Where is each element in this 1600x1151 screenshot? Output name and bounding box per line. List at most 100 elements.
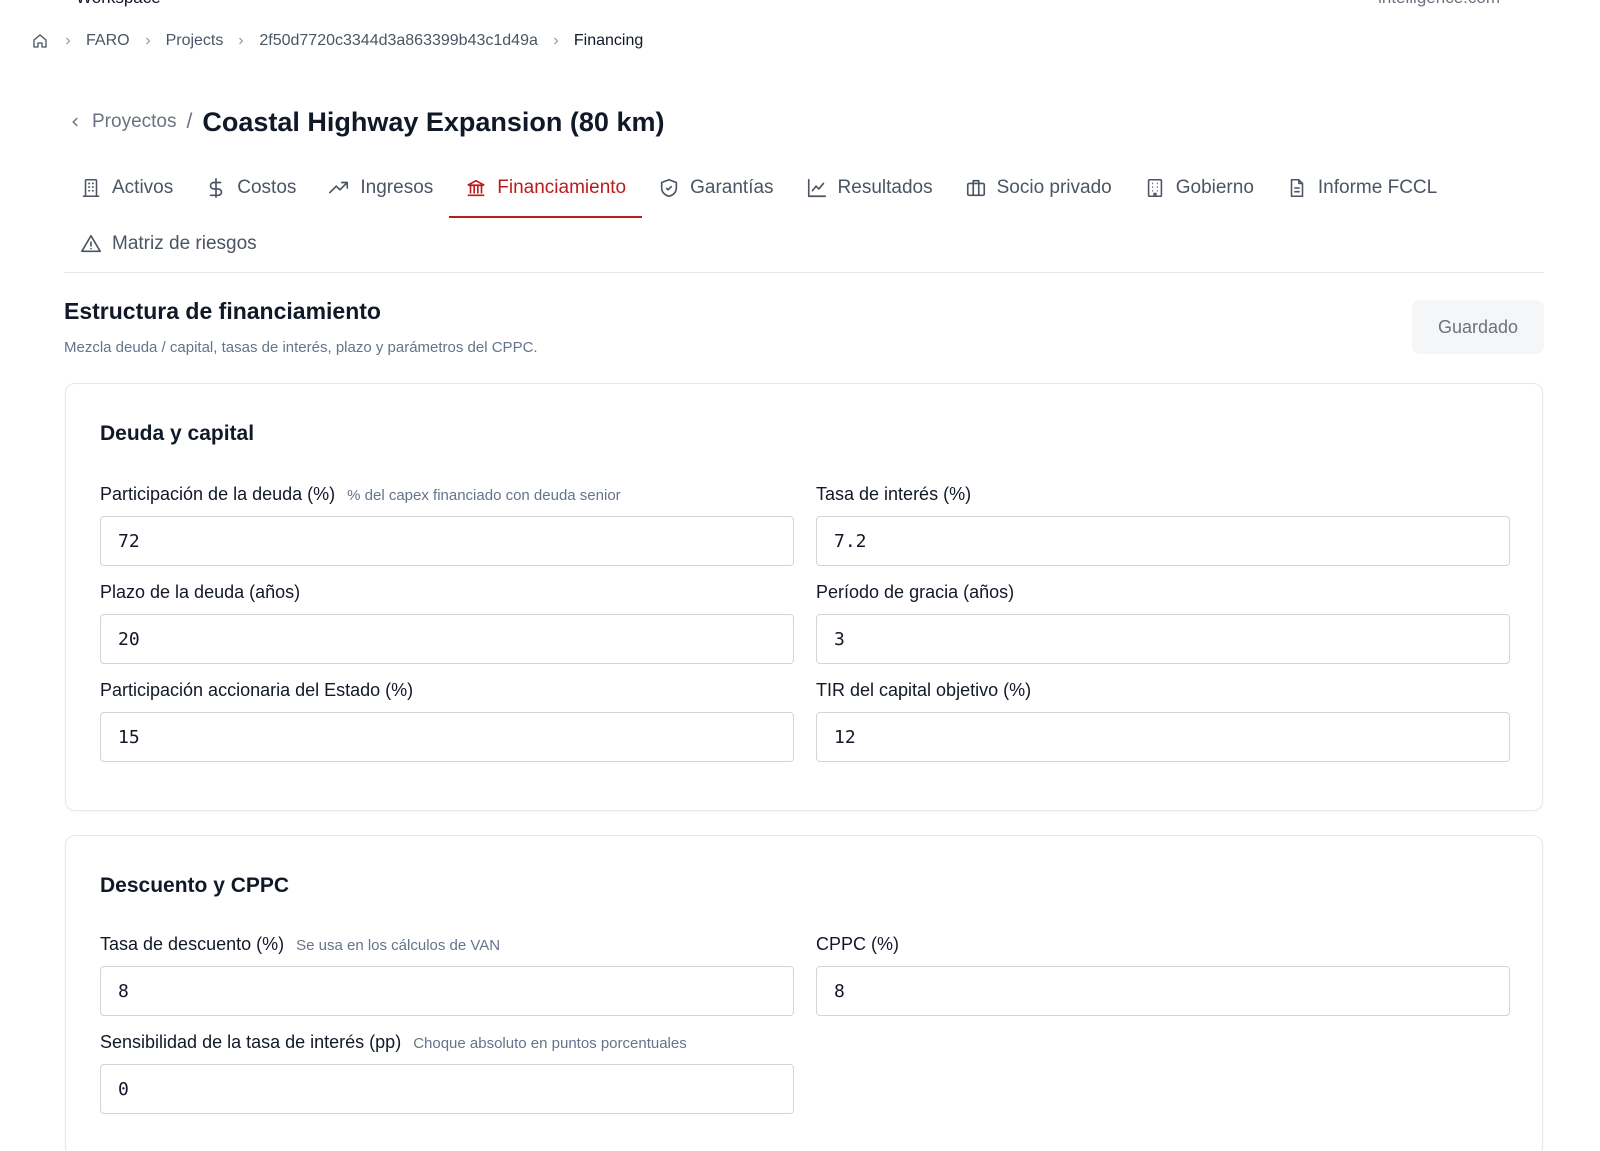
- tab-label: Informe FCCL: [1317, 177, 1438, 198]
- tab-financiamiento[interactable]: Financiamiento: [449, 160, 642, 218]
- bank-icon: [465, 177, 487, 199]
- tab-informe-fccl[interactable]: Informe FCCL: [1270, 160, 1453, 216]
- account-label[interactable]: intelligence.com: [1378, 0, 1500, 8]
- chevron-right-icon: [142, 35, 154, 47]
- target-equity-irr-field: TIR del capital objetivo (%): [816, 680, 1510, 762]
- field-hint: Choque absoluto en puntos porcentuales: [413, 1035, 687, 1052]
- field-row: Plazo de la deuda (años) Período de grac…: [100, 582, 1510, 664]
- discount-wacc-card: Descuento y CPPC Tasa de descuento (%) S…: [65, 835, 1543, 1151]
- field-label-text: CPPC (%): [816, 934, 900, 954]
- debt-share-field: Participación de la deuda (%) % del cape…: [100, 484, 794, 566]
- target-equity-irr-input[interactable]: [816, 712, 1510, 762]
- field-label-text: Tasa de descuento (%): [100, 934, 285, 954]
- breadcrumb-current: Financing: [573, 32, 644, 49]
- warning-icon: [80, 233, 102, 255]
- building-icon: [80, 177, 102, 199]
- card-title: Deuda y capital: [100, 422, 255, 445]
- field-hint: Se usa en los cálculos de VAN: [296, 937, 501, 954]
- chevron-left-icon: [68, 115, 82, 129]
- field-label: Participación de la deuda (%) % del cape…: [100, 484, 794, 508]
- home-icon[interactable]: [32, 32, 50, 50]
- field-label: CPPC (%): [816, 934, 1510, 958]
- chevron-right-icon: [550, 35, 562, 47]
- tab-bar: Activos Costos Ingresos Financiamiento G…: [64, 160, 1544, 273]
- field-label: Período de gracia (años): [816, 582, 1510, 606]
- state-equity-field: Participación accionaria del Estado (%): [100, 680, 794, 762]
- chevron-right-icon: [62, 35, 74, 47]
- section-title: Estructura de financiamiento: [64, 298, 381, 324]
- workspace-label: Workspace: [76, 0, 161, 8]
- tab-label: Gobierno: [1175, 177, 1254, 198]
- field-row: Participación accionaria del Estado (%) …: [100, 680, 1510, 762]
- page-title: Coastal Highway Expansion (80 km): [202, 106, 665, 137]
- interest-sensitivity-input[interactable]: [100, 1064, 794, 1114]
- tab-label: Matriz de riesgos: [112, 233, 257, 254]
- tab-activos[interactable]: Activos: [64, 160, 189, 216]
- tab-label: Garantías: [690, 177, 774, 198]
- field-row: Participación de la deuda (%) % del cape…: [100, 484, 1510, 566]
- state-equity-input[interactable]: [100, 712, 794, 762]
- tab-socio-privado[interactable]: Socio privado: [949, 160, 1128, 216]
- interest-rate-field: Tasa de interés (%): [816, 484, 1510, 566]
- field-label-text: Plazo de la deuda (años): [100, 582, 301, 602]
- field-label: Participación accionaria del Estado (%): [100, 680, 794, 704]
- chevron-right-icon: [235, 35, 247, 47]
- tab-label: Costos: [237, 177, 297, 198]
- debt-share-input[interactable]: [100, 516, 794, 566]
- field-label-text: Participación de la deuda (%): [100, 484, 336, 504]
- tab-label: Resultados: [837, 177, 933, 198]
- grace-period-input[interactable]: [816, 614, 1510, 664]
- field-label-text: Sensibilidad de la tasa de interés (pp): [100, 1032, 402, 1052]
- trending-up-icon: [328, 177, 350, 199]
- interest-sensitivity-field: Sensibilidad de la tasa de interés (pp) …: [100, 1032, 794, 1114]
- breadcrumb-faro[interactable]: FARO: [86, 32, 130, 50]
- tab-row: Activos Costos Ingresos Financiamiento G…: [64, 160, 1544, 218]
- tab-garantias[interactable]: Garantías: [642, 160, 789, 216]
- wacc-input[interactable]: [816, 966, 1510, 1016]
- breadcrumb-projects[interactable]: Projects: [166, 32, 224, 50]
- tab-label: Financiamiento: [497, 177, 627, 198]
- briefcase-icon: [965, 177, 987, 199]
- field-label-text: Participación accionaria del Estado (%): [100, 680, 414, 700]
- section-header: Estructura de financiamiento Mezcla deud…: [64, 298, 1544, 356]
- tab-gobierno[interactable]: Gobierno: [1128, 160, 1270, 216]
- title-separator: /: [186, 110, 193, 133]
- tab-label: Activos: [112, 177, 174, 198]
- field-row: Tasa de descuento (%) Se usa en los cálc…: [100, 934, 1510, 1016]
- field-label: TIR del capital objetivo (%): [816, 680, 1510, 704]
- field-label-text: Período de gracia (años): [816, 582, 1015, 602]
- saved-button[interactable]: Guardado: [1412, 300, 1544, 354]
- field-grid: Participación de la deuda (%) % del cape…: [100, 484, 1510, 778]
- grace-period-field: Período de gracia (años): [816, 582, 1510, 664]
- field-label: Tasa de descuento (%) Se usa en los cálc…: [100, 934, 794, 958]
- breadcrumb: FARO Projects 2f50d7720c3344d3a863399b43…: [32, 32, 643, 50]
- field-row: Sensibilidad de la tasa de interés (pp) …: [100, 1032, 1508, 1114]
- debt-term-field: Plazo de la deuda (años): [100, 582, 794, 664]
- field-label: Sensibilidad de la tasa de interés (pp) …: [100, 1032, 794, 1056]
- interest-rate-input[interactable]: [816, 516, 1510, 566]
- debt-term-input[interactable]: [100, 614, 794, 664]
- field-grid: Tasa de descuento (%) Se usa en los cálc…: [100, 934, 1510, 1130]
- breadcrumb-project-id[interactable]: 2f50d7720c3344d3a863399b43c1d49a: [259, 32, 538, 50]
- field-label-text: TIR del capital objetivo (%): [816, 680, 1032, 700]
- back-link-label: Proyectos: [92, 111, 177, 132]
- debt-equity-card: Deuda y capital Participación de la deud…: [65, 383, 1543, 811]
- tab-label: Ingresos: [360, 177, 434, 198]
- tab-row: Matriz de riesgos: [64, 216, 1544, 272]
- field-label: Tasa de interés (%): [816, 484, 1510, 508]
- field-label-text: Tasa de interés (%): [816, 484, 972, 504]
- tab-label: Socio privado: [996, 177, 1112, 198]
- discount-rate-input[interactable]: [100, 966, 794, 1016]
- tab-matriz-de-riesgos[interactable]: Matriz de riesgos: [64, 216, 273, 272]
- tab-ingresos[interactable]: Ingresos: [312, 160, 449, 216]
- page: Workspace intelligence.com FARO Projects…: [0, 0, 1600, 1151]
- dollar-icon: [205, 177, 227, 199]
- back-to-projects-link[interactable]: Proyectos: [68, 111, 176, 133]
- section-subtitle: Mezcla deuda / capital, tasas de interés…: [64, 339, 538, 356]
- office-building-icon: [1144, 177, 1166, 199]
- field-label: Plazo de la deuda (años): [100, 582, 794, 606]
- tab-costos[interactable]: Costos: [189, 160, 312, 216]
- tab-resultados[interactable]: Resultados: [790, 160, 949, 216]
- page-header: Proyectos / Coastal Highway Expansion (8…: [68, 104, 664, 140]
- discount-rate-field: Tasa de descuento (%) Se usa en los cálc…: [100, 934, 794, 1016]
